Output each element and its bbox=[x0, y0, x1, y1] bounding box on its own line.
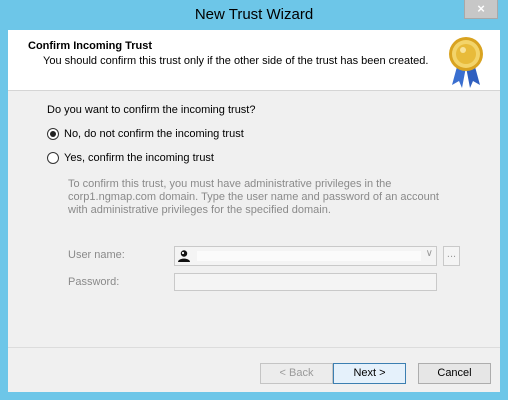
radio-button-checked[interactable] bbox=[47, 128, 59, 140]
back-button[interactable]: < Back bbox=[260, 363, 333, 384]
title-bar[interactable]: New Trust Wizard × bbox=[0, 0, 508, 30]
chevron-down-icon[interactable]: ∨ bbox=[426, 248, 433, 259]
password-label: Password: bbox=[68, 276, 120, 288]
confirm-info-text: To confirm this trust, you must have adm… bbox=[68, 178, 439, 216]
radio-yes-confirm[interactable]: Yes, confirm the incoming trust bbox=[47, 152, 214, 164]
confirm-question: Do you want to confirm the incoming trus… bbox=[47, 104, 256, 116]
password-field[interactable] bbox=[174, 273, 437, 291]
radio-no-confirm-label[interactable]: No, do not confirm the incoming trust bbox=[64, 128, 244, 140]
page-subtitle: You should confirm this trust only if th… bbox=[43, 55, 429, 67]
user-icon bbox=[178, 250, 190, 262]
next-button[interactable]: Next > bbox=[333, 363, 406, 384]
award-medal-icon bbox=[449, 37, 483, 88]
footer-divider bbox=[8, 347, 500, 348]
username-value-redacted bbox=[197, 251, 421, 261]
cancel-button[interactable]: Cancel bbox=[418, 363, 491, 384]
window-title: New Trust Wizard bbox=[194, 6, 314, 23]
radio-yes-confirm-label[interactable]: Yes, confirm the incoming trust bbox=[64, 152, 214, 164]
wizard-client-area: Confirm Incoming Trust You should confir… bbox=[8, 30, 500, 392]
wizard-header: Confirm Incoming Trust You should confir… bbox=[8, 30, 500, 91]
username-combobox[interactable]: ∨ bbox=[174, 246, 437, 266]
browse-user-button[interactable]: ... bbox=[443, 246, 460, 266]
page-title: Confirm Incoming Trust bbox=[28, 40, 153, 52]
close-button[interactable]: × bbox=[464, 0, 498, 19]
username-label: User name: bbox=[68, 249, 125, 261]
radio-button-unchecked[interactable] bbox=[47, 152, 59, 164]
radio-no-confirm[interactable]: No, do not confirm the incoming trust bbox=[47, 128, 244, 140]
wizard-window: New Trust Wizard × Confirm Incoming Trus… bbox=[0, 0, 508, 400]
